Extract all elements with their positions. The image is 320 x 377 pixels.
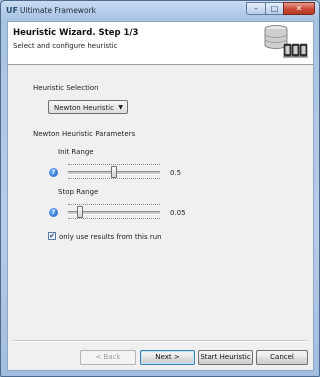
parameters-label: Newton Heuristic Parameters xyxy=(33,130,136,138)
init-range-slider[interactable] xyxy=(68,163,160,181)
init-range-value: 0.5 xyxy=(170,169,182,177)
minimize-button[interactable]: – xyxy=(246,2,265,15)
help-icon[interactable]: ? xyxy=(49,168,58,177)
wizard-window: UF Ultimate Framework – □ ✕ Heuristic Wi… xyxy=(0,0,320,377)
stop-range-label: Stop Range xyxy=(58,188,99,196)
only-use-results-checkbox[interactable]: ✔ xyxy=(48,232,56,240)
heuristic-select-value: Newton Heuristic xyxy=(54,104,114,112)
window-controls: – □ ✕ xyxy=(246,2,315,15)
slider-thumb[interactable] xyxy=(111,166,117,178)
wizard-title: Heuristic Wizard. Step 1/3 xyxy=(13,28,139,38)
heuristic-select[interactable]: Newton Heuristic ▼ xyxy=(48,100,128,114)
init-range-label: Init Range xyxy=(58,148,94,156)
stop-range-slider[interactable] xyxy=(68,203,160,221)
stop-range-value: 0.05 xyxy=(170,209,186,217)
next-button[interactable]: Next > xyxy=(140,350,195,365)
app-icon: UF xyxy=(6,6,18,15)
window-title: Ultimate Framework xyxy=(20,6,96,15)
title-bar: UF Ultimate Framework – □ ✕ xyxy=(1,1,319,21)
back-button[interactable]: < Back xyxy=(80,350,136,365)
start-heuristic-button[interactable]: Start Heuristic xyxy=(198,350,253,365)
slider-ticks xyxy=(68,218,160,221)
only-use-results-label: only use results from this run xyxy=(59,233,162,241)
cancel-button[interactable]: Cancel xyxy=(256,350,308,365)
wizard-header: Heuristic Wizard. Step 1/3 Select and co… xyxy=(8,22,313,65)
dropdown-arrow-icon: ▼ xyxy=(118,104,123,111)
heuristic-selection-label: Heuristic Selection xyxy=(33,84,99,92)
close-button[interactable]: ✕ xyxy=(283,2,315,15)
maximize-button[interactable]: □ xyxy=(265,2,283,15)
database-hardware-icon xyxy=(264,25,308,58)
help-icon[interactable]: ? xyxy=(49,208,58,217)
wizard-client-area: Heuristic Wizard. Step 1/3 Select and co… xyxy=(7,21,314,371)
wizard-subtitle: Select and configure heuristic xyxy=(13,42,118,50)
slider-ticks xyxy=(68,178,160,181)
slider-thumb[interactable] xyxy=(77,206,83,218)
footer-divider xyxy=(13,340,308,342)
